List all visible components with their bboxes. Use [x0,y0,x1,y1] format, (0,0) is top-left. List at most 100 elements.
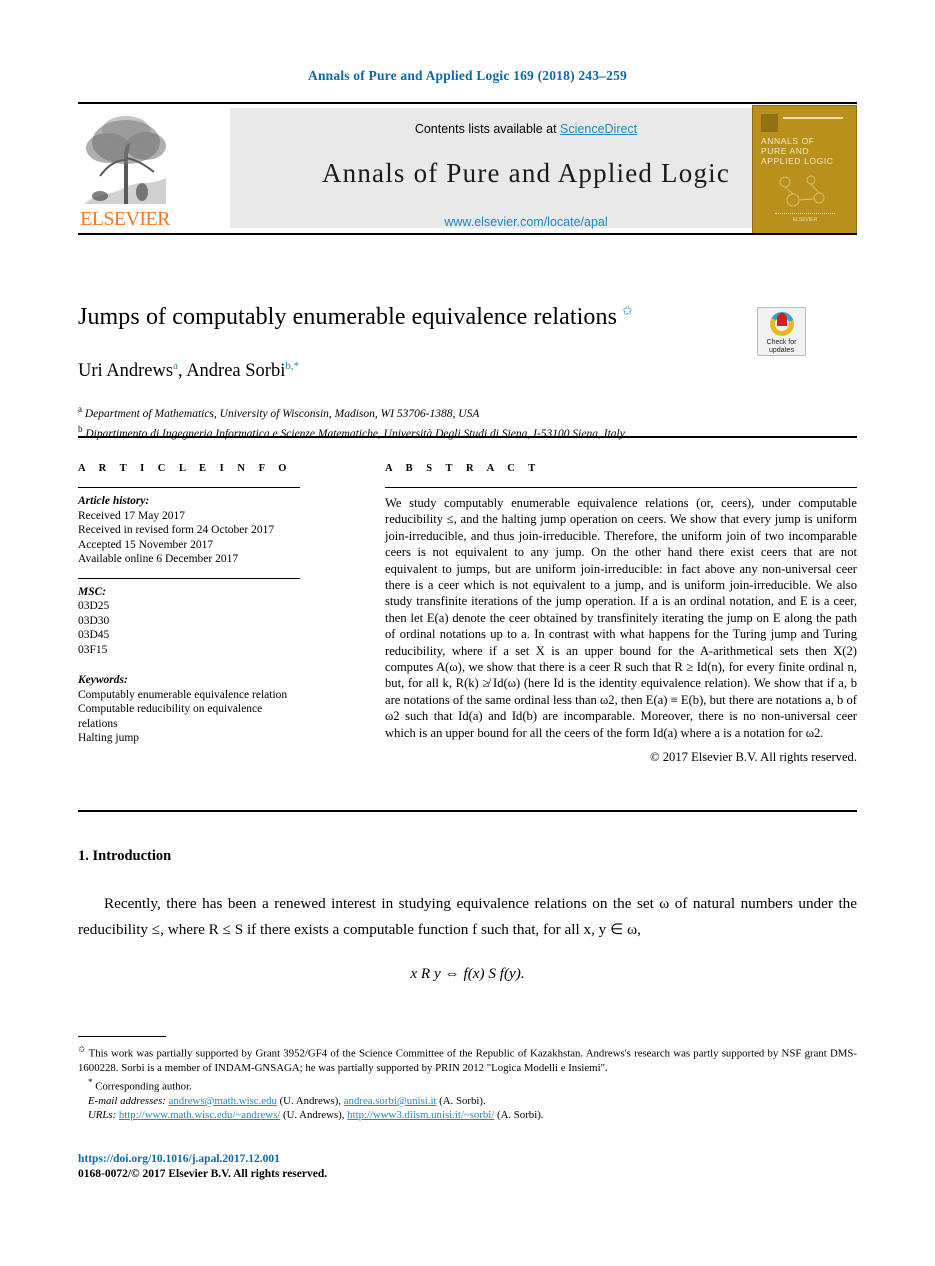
display-equation: x R y ⇔ f(x) S f(y). [410,965,525,982]
affiliation-b: b Dipartimento di Ingegneria Informatica… [78,422,738,442]
email-link-andrews[interactable]: andrews@math.wisc.edu [169,1095,277,1107]
title-footnote-marker[interactable]: ✩ [622,303,633,318]
footnote-urls: URLs: http://www.math.wisc.edu/~andrews/… [88,1108,857,1122]
section-number: 1. [78,848,89,864]
email-owner-andrews: (U. Andrews), [279,1094,342,1107]
keywords-label: Keywords: [78,674,128,686]
journal-article-page: Annals of Pure and Applied Logic 169 (20… [0,0,935,1266]
url-link-sorbi[interactable]: http://www3.diism.unisi.it/~sorbi/ [347,1109,494,1121]
msc-code-4: 03F15 [78,643,108,656]
cover-title-line-1: ANNALS OF [761,136,815,146]
email-addresses-label: E-mail addresses: [88,1094,166,1107]
cover-elsevier-mark [761,114,778,132]
section-heading-introduction: 1. Introduction [78,848,857,865]
keyword-2: Computable reducibility on equivalence r… [78,703,263,730]
sciencedirect-link[interactable]: ScienceDirect [560,122,637,136]
elsevier-tree-icon [80,108,170,212]
footnote-star-marker: ✩ [78,1044,86,1054]
abstract-column: We study computably enumerable equivalen… [385,487,857,765]
doi-link[interactable]: https://doi.org/10.1016/j.apal.2017.12.0… [78,1152,857,1167]
page-title: Jumps of computably enumerable equivalen… [78,296,738,332]
footnote-corresponding: * Corresponding author. [88,1075,857,1094]
article-info-column: Article history: Received 17 May 2017 Re… [78,487,300,748]
footnote-emails: E-mail addresses: andrews@math.wisc.edu … [88,1094,857,1108]
info-rule-middle [78,577,300,579]
author-name-2[interactable]: Andrea Sorbi [186,361,285,381]
body-content: 1. Introduction Recently, there has been… [78,848,857,983]
msc-code-2: 03D30 [78,614,110,627]
cover-title-text: ANNALS OF PURE AND APPLIED LOGIC [761,136,853,166]
article-info-heading: A R T I C L E I N F O [78,463,292,474]
contents-band: Contents lists available at ScienceDirec… [230,108,822,229]
urls-label: URLs: [88,1109,117,1121]
masthead-bottom-rule [78,233,857,235]
keywords-block: Keywords: Computably enumerable equivale… [78,673,300,746]
journal-title: Annals of Pure and Applied Logic [321,158,731,188]
title-block: Jumps of computably enumerable equivalen… [78,296,738,443]
crossmark-badge[interactable]: Check for updates [757,307,806,356]
msc-code-3: 03D45 [78,629,110,641]
cover-top-rule [783,117,843,119]
abstract-heading: A B S T R A C T [385,463,541,474]
article-history-label: Article history: [78,495,150,507]
crossmark-ring-icon [769,312,794,336]
footnote-asterisk-marker: * [88,1077,93,1087]
history-item-revised: Received in revised form 24 October 2017 [78,524,275,536]
cover-title-line-3: APPLIED LOGIC [761,156,834,166]
affiliation-text-a: Department of Mathematics, University of… [84,407,480,420]
doi-text: https://doi.org/10.1016/j.apal.2017.12.0… [78,1153,280,1165]
running-head: Annals of Pure and Applied Logic 169 (20… [308,68,627,83]
url-owner-sorbi: (A. Sorbi). [497,1109,544,1121]
abstract-rule [385,487,857,488]
msc-code-1: 03D25 [78,600,110,612]
contents-available-line: Contents lists available at ScienceDirec… [230,122,822,136]
info-rule-top [78,487,300,488]
cover-artwork-icon [779,175,825,207]
elsevier-logo: ELSEVIER [80,108,170,232]
cover-title-line-2: PURE AND [761,146,810,156]
author-affil-mark-2[interactable]: b,* [285,360,299,372]
msc-label: MSC: [78,585,107,598]
cover-footer-text: ELSEVIER [775,213,835,223]
email-owner-sorbi: (A. Sorbi). [439,1094,486,1107]
footnote-corresponding-text: Corresponding author. [95,1080,192,1093]
abstract-text: We study computably enumerable equivalen… [385,496,857,740]
journal-cover-thumbnail[interactable]: ANNALS OF PURE AND APPLIED LOGIC ELSEVIE… [752,105,857,234]
affiliation-text-b: Dipartimento di Ingegneria Informatica e… [85,428,625,441]
author-name-1[interactable]: Uri Andrews [78,361,173,381]
issn-copyright-line: 0168-0072/© 2017 Elsevier B.V. All right… [78,1168,328,1180]
affiliation-a: a Department of Mathematics, University … [78,402,738,422]
email-link-sorbi[interactable]: andrea.sorbi@unisi.it [344,1095,437,1107]
intro-paragraph: Recently, there has been a renewed inter… [78,895,857,938]
title-text: Jumps of computably enumerable equivalen… [78,304,618,330]
contents-prefix: Contents lists available at [414,122,561,136]
affiliation-mark-a: a [78,404,82,415]
abstract-bottom-rule [78,810,857,812]
footnote-grant: ✩ This work was partially supported by G… [78,1042,857,1075]
history-item-received: Received 17 May 2017 [78,509,185,522]
article-history-block: Article history: Received 17 May 2017 Re… [78,494,300,567]
keyword-3: Halting jump [78,732,140,744]
article-footer: https://doi.org/10.1016/j.apal.2017.12.0… [78,1152,857,1182]
url-owner-andrews: (U. Andrews), [282,1109,345,1121]
crossmark-label: Check for updates [758,339,805,355]
elsevier-wordmark: ELSEVIER [80,208,170,230]
footnote-separator-rule [78,1036,166,1037]
author-list: Uri Andrewsa, Andrea Sorbib,* [78,360,300,382]
journal-homepage-link[interactable]: www.elsevier.com/locate/apal [230,215,822,229]
title-bottom-rule [78,436,857,438]
affiliation-mark-b: b [78,424,83,435]
history-item-accepted: Accepted 15 November 2017 [78,538,214,551]
section-title: Introduction [92,848,172,864]
crossmark-line-2: updates [769,347,794,354]
journal-masthead: ELSEVIER Contents lists available at Sci… [78,102,857,235]
author-affil-mark-1[interactable]: a [173,360,178,372]
url-link-andrews[interactable]: http://www.math.wisc.edu/~andrews/ [119,1109,280,1121]
keyword-1: Computably enumerable equivalence relati… [78,688,288,701]
footnotes-block: ✩ This work was partially supported by G… [78,1042,857,1122]
crossmark-line-1: Check for [766,339,797,346]
abstract-copyright: © 2017 Elsevier B.V. All rights reserved… [650,750,857,765]
history-item-online: Available online 6 December 2017 [78,553,239,565]
tree-svg [80,108,170,212]
masthead-top-rule [78,102,857,104]
